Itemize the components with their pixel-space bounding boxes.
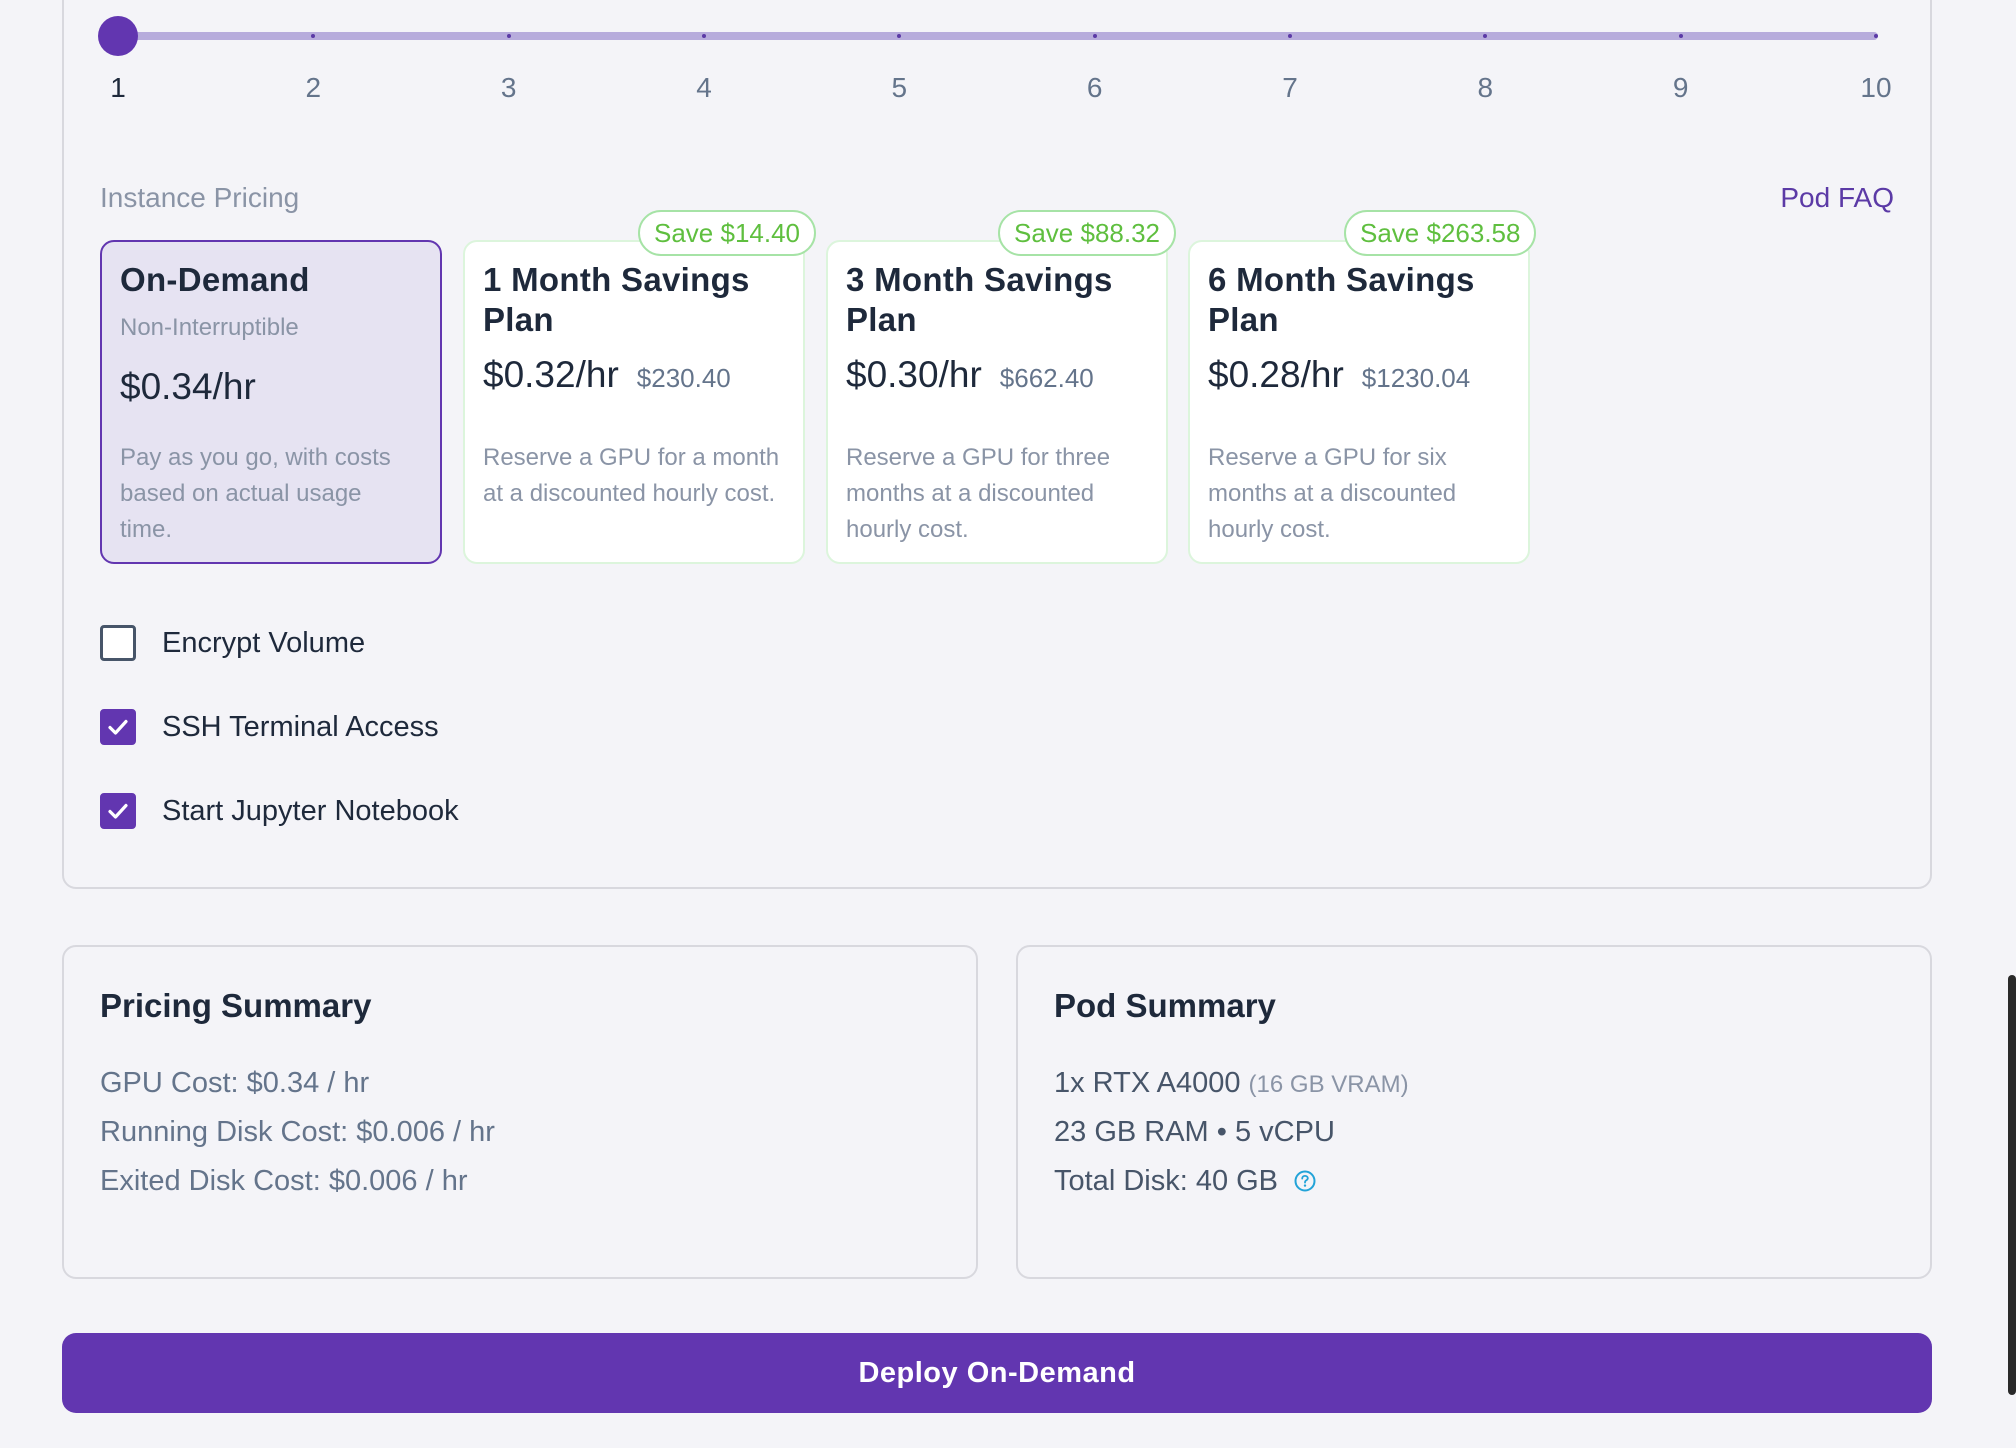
plan-price: $0.28/hr: [1208, 354, 1344, 395]
running-disk-cost-line: Running Disk Cost: $0.006 / hr: [100, 1116, 495, 1148]
plan-title-line2: Plan: [846, 301, 917, 338]
instance-pricing-label: Instance Pricing: [100, 182, 300, 213]
plan-total: $230.40: [636, 363, 731, 393]
total-disk-text: Total Disk: 40 GB: [1054, 1165, 1279, 1197]
plan-subtitle: Non-Interruptible: [120, 314, 299, 341]
plan-price: $0.32/hr: [483, 354, 619, 395]
slider-tick-label: 10: [1860, 72, 1892, 103]
pod-faq-link[interactable]: Pod FAQ: [1780, 182, 1894, 214]
slider-tick-label: 2: [305, 72, 322, 103]
plan-card-3-month[interactable]: 3 Month Savings Plan $0.30/hr $662.40 Re…: [826, 240, 1168, 564]
plan-title-line1: 3 Month Savings: [846, 261, 1113, 298]
encrypt-volume-label: Encrypt Volume: [162, 626, 366, 659]
slider-tick-label: 7: [1282, 72, 1298, 103]
deploy-on-demand-button[interactable]: Deploy On-Demand: [62, 1333, 1932, 1413]
plan-title-line2: Plan: [483, 301, 554, 338]
slider-tick-dot: [1874, 34, 1878, 38]
gpu-count-slider-thumb[interactable]: [98, 16, 138, 56]
slider-tick-dot: [1678, 34, 1683, 38]
save-badge-3-month: Save $88.32: [998, 210, 1177, 256]
plan-card-6-month[interactable]: 6 Month Savings Plan $0.28/hr $1230.04 R…: [1188, 240, 1530, 564]
encrypt-volume-checkbox[interactable]: [100, 625, 136, 661]
gpu-summary-line: 1x RTX A4000 (16 GB VRAM): [1054, 1067, 1409, 1100]
start-jupyter-notebook-label: Start Jupyter Notebook: [162, 794, 459, 827]
plan-price: $0.30/hr: [846, 354, 982, 395]
start-jupyter-notebook-checkbox[interactable]: [100, 793, 136, 829]
plan-title: On-Demand: [120, 261, 310, 298]
slider-tick-label: 6: [1086, 72, 1103, 103]
plan-description: Reserve a GPU for a month at a discounte…: [483, 444, 780, 507]
vram-info: (16 GB VRAM): [1248, 1071, 1409, 1098]
gpu-count-slider-track[interactable]: [118, 32, 1878, 40]
plan-title-line1: 6 Month Savings: [1208, 261, 1475, 298]
resources-line: 23 GB RAM • 5 vCPU: [1054, 1116, 1335, 1148]
pricing-summary-card: Pricing Summary GPU Cost: $0.34 / hr Run…: [62, 945, 978, 1279]
slider-tick-label: 9: [1672, 72, 1689, 103]
plan-card-on-demand[interactable]: On-Demand Non-Interruptible $0.34/hr Pay…: [100, 240, 442, 564]
slider-tick-label: 1: [110, 72, 126, 103]
start-jupyter-notebook-option[interactable]: Start Jupyter Notebook: [100, 791, 459, 831]
slider-tick-label: 4: [696, 72, 712, 103]
page-scrollbar[interactable]: [2008, 975, 2016, 1395]
total-disk-line: Total Disk: 40 GB: [1054, 1165, 1316, 1198]
slider-tick-dot: [702, 34, 706, 38]
pod-summary-card: Pod Summary 1x RTX A4000 (16 GB VRAM) 23…: [1016, 945, 1932, 1279]
slider-tick-dot: [506, 34, 511, 38]
plan-total: $1230.04: [1361, 363, 1471, 393]
pod-summary-title: Pod Summary: [1054, 987, 1276, 1024]
plan-price: $0.34/hr: [120, 366, 256, 407]
slider-tick-label: 5: [891, 72, 908, 103]
plan-title-line2: Plan: [1208, 301, 1279, 338]
plan-description: Reserve a GPU for three months at a disc…: [846, 444, 1111, 543]
ssh-terminal-access-checkbox[interactable]: [100, 709, 136, 745]
save-badge-6-month: Save $263.58: [1344, 210, 1537, 256]
gpu-model: 1x RTX A4000: [1054, 1067, 1241, 1099]
plan-card-1-month[interactable]: 1 Month Savings Plan $0.32/hr $230.40 Re…: [463, 240, 805, 564]
exited-disk-cost-line: Exited Disk Cost: $0.006 / hr: [100, 1165, 468, 1197]
gpu-cost-line: GPU Cost: $0.34 / hr: [100, 1067, 370, 1099]
ssh-terminal-access-option[interactable]: SSH Terminal Access: [100, 707, 439, 747]
ssh-terminal-access-label: SSH Terminal Access: [162, 710, 439, 743]
question-circle-icon[interactable]: [1294, 1167, 1316, 1192]
pricing-summary-title: Pricing Summary: [100, 987, 372, 1024]
plan-title-line1: 1 Month Savings: [483, 261, 750, 298]
plan-description: Reserve a GPU for six months at a discou…: [1208, 444, 1457, 543]
slider-tick-dot: [1288, 34, 1292, 38]
plan-total: $662.40: [999, 363, 1094, 393]
slider-tick-label: 8: [1477, 72, 1494, 103]
slider-tick-dot: [1092, 34, 1097, 38]
save-badge-1-month: Save $14.40: [638, 210, 817, 256]
plan-description: Pay as you go, with costs based on actua…: [120, 444, 391, 543]
slider-tick-label: 3: [500, 72, 517, 103]
encrypt-volume-option[interactable]: Encrypt Volume: [100, 623, 365, 663]
